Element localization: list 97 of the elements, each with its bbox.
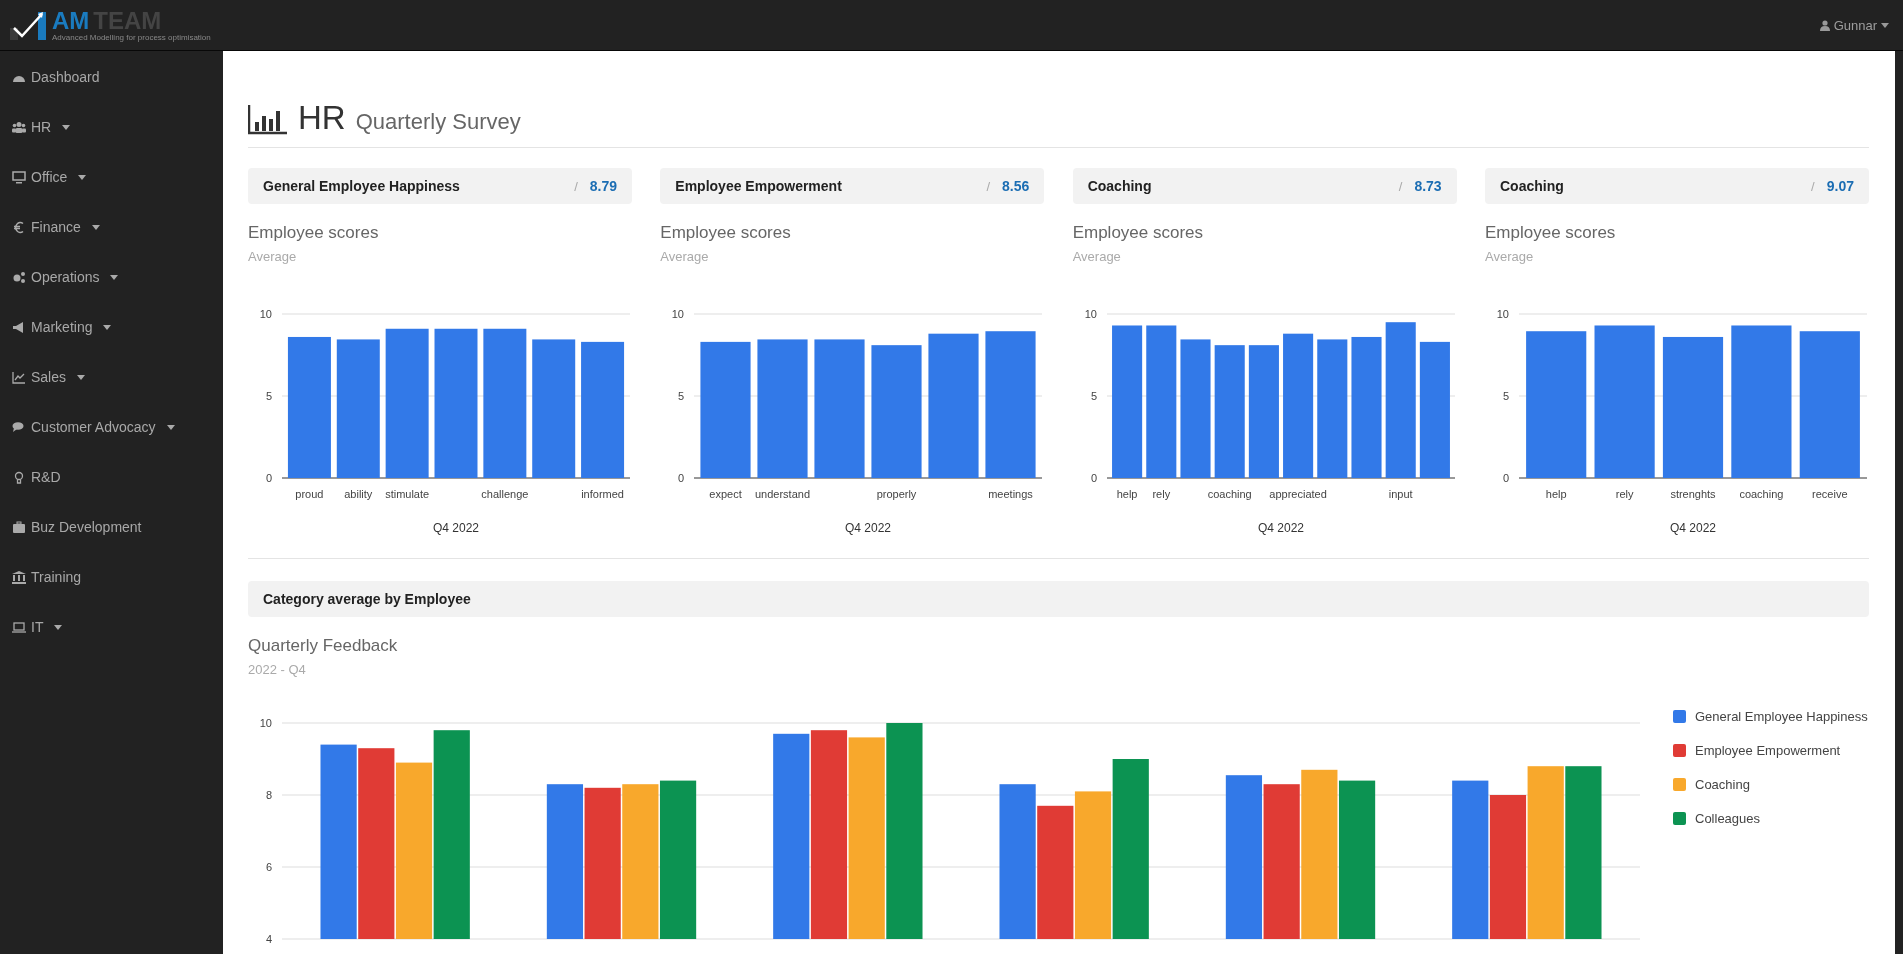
card-title: Employee Empowerment (675, 178, 843, 194)
chart-subtitle: Average (1072, 249, 1122, 264)
card-title: General Employee Happiness (263, 178, 461, 194)
axis-tick-label: 10 (1496, 308, 1509, 320)
menu-icon (12, 570, 26, 584)
axis-category-label: help (1116, 488, 1138, 500)
menu-icon (12, 470, 26, 484)
axis-category-label: informed (581, 488, 624, 500)
axis-category-label: ability (344, 488, 373, 500)
axis-title: Q4 2022 (433, 521, 479, 535)
menu-icon (12, 420, 26, 434)
chart-subtitle: Average (660, 249, 710, 264)
sidebar-item[interactable]: Customer Advocacy (0, 402, 223, 452)
sidebar-item[interactable]: Finance (0, 202, 223, 252)
sidebar-item[interactable]: R&D (0, 452, 223, 502)
axis-tick-label: 0 (678, 472, 685, 484)
card-title: Coaching (1087, 178, 1153, 194)
bar-chart-icon (248, 105, 288, 135)
caret-icon (1881, 22, 1889, 28)
axis-tick-label: 5 (1502, 390, 1509, 402)
score-value: 8.73 (1414, 178, 1442, 194)
sidebar-item[interactable]: Dashboard (0, 52, 223, 102)
score-value: 9.07 (1826, 178, 1854, 194)
axis-category-label: understand (755, 488, 811, 500)
separator-text: / (986, 178, 991, 194)
axis-category-label: coaching (1739, 488, 1784, 500)
axis-category-label: proud (295, 488, 324, 500)
menu-icon (12, 520, 26, 534)
chart-title: Employee scores (660, 223, 792, 243)
axis-category-label: strenghts (1670, 488, 1716, 500)
menu-icon (12, 320, 26, 334)
chart-subtitle: 2022 - Q4 (248, 662, 307, 677)
axis-tick-label: 0 (1090, 472, 1097, 484)
page-subtitle: Quarterly Survey (355, 109, 521, 135)
logo-text: AM (52, 8, 90, 33)
separator-text: / (574, 178, 578, 194)
axis-category-label: input (1388, 488, 1413, 500)
axis-category-label: appreciated (1269, 488, 1327, 500)
axis-title: Q4 2022 (845, 521, 892, 535)
separator-text: / (1398, 178, 1403, 194)
card-title: Coaching (1500, 178, 1565, 194)
axis-tick-label: 10 (259, 717, 272, 729)
sidebar-item[interactable]: Marketing (0, 302, 223, 352)
menu-icon (12, 270, 26, 284)
axis-tick-label: 0 (1502, 472, 1509, 484)
chart-title: Employee scores (1485, 223, 1617, 243)
sidebar-item[interactable]: Buz Development (0, 502, 223, 552)
axis-category-label: coaching (1207, 488, 1252, 500)
axis-tick-label: 8 (265, 789, 272, 801)
user-icon (1819, 19, 1830, 31)
sidebar-item[interactable]: Training (0, 552, 223, 602)
menu-icon (12, 120, 26, 134)
axis-tick-label: 0 (265, 472, 272, 484)
page-title: HR (298, 101, 346, 135)
axis-tick-label: 6 (265, 861, 272, 873)
sidebar-item[interactable]: IT (0, 602, 223, 652)
axis-category-label: properly (876, 488, 917, 500)
axis-category-label: stimulate (385, 488, 430, 500)
legend-label: Employee Empowerment (1695, 743, 1841, 758)
axis-tick-label: 5 (265, 390, 272, 402)
chart-subtitle: Average (1485, 249, 1535, 264)
chart-title: Quarterly Feedback (248, 636, 399, 656)
axis-tick-label: 4 (265, 933, 272, 945)
score-value: 8.56 (1002, 178, 1030, 194)
axis-category-label: rely (1615, 488, 1634, 500)
sidebar-item[interactable]: HR (0, 102, 223, 152)
legend-label: Colleagues (1695, 811, 1761, 826)
sidebar-item[interactable]: Office (0, 152, 223, 202)
score-value: 8.79 (589, 178, 617, 194)
user-menu[interactable]: Gunnar (1819, 17, 1889, 33)
axis-category-label: expect (709, 488, 743, 500)
axis-category-label: help (1545, 488, 1567, 500)
axis-tick-label: 5 (678, 390, 685, 402)
legend-label: General Employee Happiness (1695, 709, 1868, 724)
sidebar-item[interactable]: Sales (0, 352, 223, 402)
axis-category-label: receive (1812, 488, 1848, 500)
axis-tick-label: 10 (1084, 308, 1097, 320)
legend-label: Coaching (1695, 777, 1750, 792)
logo-tagline: Advanced Modelling for process optimisation (52, 32, 211, 42)
axis-tick-label: 10 (259, 308, 272, 320)
section-title: Category average by Employee (263, 591, 472, 607)
menu-icon (12, 220, 26, 234)
menu-icon (12, 170, 26, 184)
axis-category-label: rely (1152, 488, 1170, 500)
axis-title: Q4 2022 (1669, 521, 1716, 535)
axis-tick-label: 10 (672, 308, 685, 320)
axis-title: Q4 2022 (1257, 521, 1304, 535)
chart-title: Employee scores (248, 223, 380, 243)
chart-title: Employee scores (1072, 223, 1205, 243)
menu-icon (12, 620, 26, 634)
sidebar-item[interactable]: Operations (0, 252, 223, 302)
axis-category-label: challenge (481, 488, 529, 500)
menu-icon (12, 370, 26, 384)
axis-category-label: meetings (988, 488, 1034, 500)
chart-subtitle: Average (248, 249, 298, 264)
separator-text: / (1811, 178, 1815, 194)
axis-tick-label: 5 (1090, 390, 1097, 402)
